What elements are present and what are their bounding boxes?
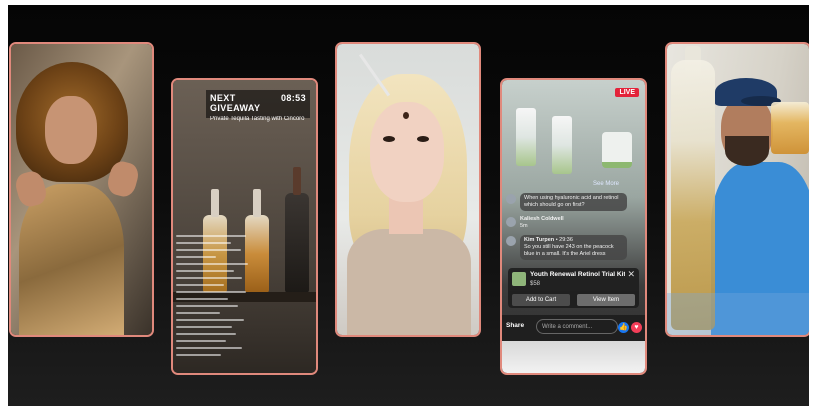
comment-bar: Share Write a comment... 👍 ♥ (502, 315, 645, 341)
woman-face (45, 96, 97, 164)
product-bottle (516, 108, 536, 166)
commenter-name: Kaliesh Coldwell (520, 216, 564, 222)
tequila-bottle (671, 60, 715, 330)
video-card-live-shopping[interactable]: LIVE See More When using hyaluronic acid… (500, 78, 647, 375)
comment-text: When using hyaluronic acid and retinol w… (520, 193, 627, 211)
giveaway-banner: NEXT GIVEAWAY 08:53 Private Tequila Tast… (206, 90, 310, 122)
man-beard (725, 136, 769, 166)
share-button[interactable]: Share (506, 322, 524, 329)
chat-overlay (176, 230, 254, 363)
view-item-button[interactable]: View Item (577, 294, 635, 306)
like-icon[interactable]: 👍 (618, 322, 629, 333)
product-card: Youth Renewal Retinol Trial Kit $58 ✕ Ad… (508, 268, 639, 308)
avatar (506, 217, 516, 227)
tequila-glass (771, 102, 809, 154)
comment-list: When using hyaluronic acid and retinol w… (506, 193, 627, 265)
product-title: Youth Renewal Retinol Trial Kit (530, 271, 625, 278)
dark-tequila-bottle (285, 167, 309, 293)
product-jar (602, 132, 632, 168)
giveaway-subtitle: Private Tequila Tasting with Cincoro Fou… (210, 116, 306, 122)
tank-top (347, 229, 471, 335)
gold-dress (19, 184, 124, 335)
live-badge: LIVE (615, 88, 639, 97)
eye-right (417, 136, 429, 142)
comment-input[interactable]: Write a comment... (536, 319, 618, 334)
avatar (506, 236, 516, 246)
serum-drop (403, 112, 409, 119)
video-card-tequila-tasting[interactable]: NEXT GIVEAWAY 08:53 Private Tequila Tast… (171, 78, 318, 375)
close-icon[interactable]: ✕ (627, 269, 635, 280)
product-bottle (552, 116, 572, 174)
product-thumbnail (512, 272, 526, 286)
comment-time: • 29:36 (555, 237, 573, 243)
list-item: Kim Turpen • 29:36 So you still have 243… (506, 235, 627, 260)
list-item: When using hyaluronic acid and retinol w… (506, 193, 627, 211)
glass-table (667, 293, 809, 335)
comment-text: So you still have 243 on the peacock blu… (524, 244, 614, 257)
video-card-serum-demo[interactable] (335, 42, 481, 337)
see-more-link[interactable]: See More (593, 181, 619, 187)
add-to-cart-button[interactable]: Add to Cart (512, 294, 570, 306)
giveaway-countdown: 08:53 (280, 93, 306, 103)
giveaway-title: NEXT GIVEAWAY (210, 93, 261, 113)
video-card-gold-dress[interactable] (9, 42, 154, 337)
avatar (506, 194, 516, 204)
presentation-stage: NEXT GIVEAWAY 08:53 Private Tequila Tast… (8, 5, 809, 406)
heart-icon[interactable]: ♥ (631, 322, 642, 333)
list-item: Kaliesh Coldwell 5m (506, 216, 627, 230)
blurred-lower-area (502, 341, 645, 373)
commenter-name: Kim Turpen (524, 237, 555, 243)
video-card-tequila-host[interactable] (665, 42, 809, 337)
eye-left (383, 136, 395, 142)
comment-text: 5m (520, 223, 528, 229)
product-price: $58 (530, 281, 541, 287)
